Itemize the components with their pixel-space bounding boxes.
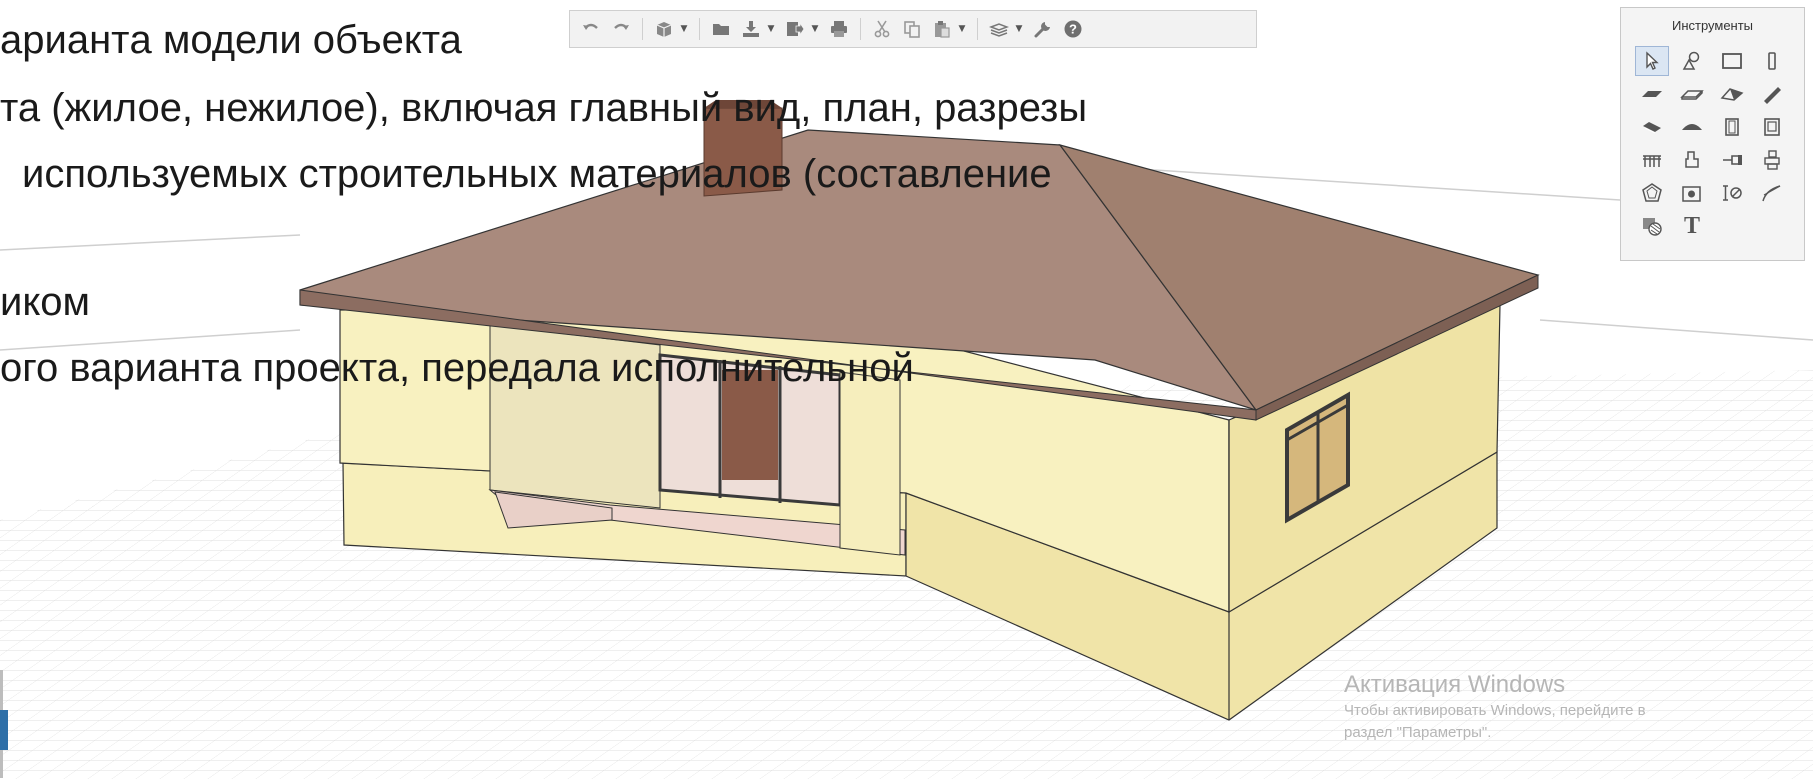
tools-palette-title: Инструменты (1671, 18, 1754, 33)
porch-column (839, 371, 901, 556)
folder-icon (713, 24, 729, 35)
settings-button[interactable] (1030, 16, 1056, 42)
redo-icon (614, 23, 629, 30)
equipment-icon (1764, 150, 1780, 170)
window-tool[interactable] (1755, 112, 1789, 142)
toolbar-separator (860, 18, 861, 40)
fixture-icon (1685, 151, 1699, 168)
stair-icon (1643, 122, 1661, 134)
printer-icon (831, 21, 847, 37)
export-menu-caret[interactable]: ▼ (810, 16, 820, 42)
export-button[interactable] (782, 16, 808, 42)
watermark-line-2: раздел "Параметры". (1344, 724, 1492, 741)
zone-tool[interactable] (1635, 178, 1669, 208)
shell-icon (1682, 124, 1702, 130)
slab-icon (1642, 91, 1662, 97)
watermark-line-1: Чтобы активировать Windows, перейдите в (1344, 702, 1646, 719)
toolbar-separator (977, 18, 978, 40)
chimney (703, 107, 783, 197)
toolbar-separator (642, 18, 643, 40)
porch-recess-back (489, 324, 661, 509)
door-icon (1725, 118, 1739, 136)
copy-button[interactable] (899, 16, 925, 42)
export-icon (787, 21, 805, 37)
camera-tool[interactable] (1675, 178, 1709, 208)
copy-icon (904, 21, 920, 38)
wall-icon (1722, 53, 1742, 69)
column-tool[interactable] (1755, 46, 1789, 76)
railing-tool[interactable] (1635, 145, 1669, 175)
arrow-tool[interactable] (1635, 46, 1669, 76)
redo-button[interactable] (608, 16, 634, 42)
line-tool[interactable] (1755, 178, 1789, 208)
3d-viewport[interactable] (0, 0, 1813, 779)
toolbar-separator (699, 18, 700, 40)
dimension-icon (1723, 185, 1742, 201)
standard-toolbar: ▼ ▼ ▼ ▼ ▼ ? (569, 10, 1257, 48)
slab-tool[interactable] (1635, 79, 1669, 109)
layers-icon (989, 23, 1009, 37)
pipe-tool[interactable] (1715, 145, 1749, 175)
fill-tool[interactable] (1635, 211, 1669, 241)
import-button[interactable] (738, 16, 764, 42)
left-edge-fragment (0, 670, 8, 778)
undo-button[interactable] (578, 16, 604, 42)
windows-activation-watermark: Активация Windows Чтобы активировать Win… (1344, 670, 1646, 744)
3d-view-button[interactable] (651, 16, 677, 42)
cube-icon (656, 22, 672, 37)
railing-icon (1643, 155, 1661, 167)
undo-icon (583, 23, 598, 30)
paste-menu-caret[interactable]: ▼ (957, 16, 967, 42)
stair-tool[interactable] (1635, 112, 1669, 142)
open-button[interactable] (708, 16, 734, 42)
dimension-tool[interactable] (1715, 178, 1749, 208)
tools-grid: T (1621, 42, 1804, 244)
column-icon (1768, 52, 1776, 70)
roof-tool[interactable] (1715, 79, 1749, 109)
wrench-icon (1034, 22, 1050, 38)
import-icon (743, 21, 759, 37)
svg-text:?: ? (1069, 22, 1077, 37)
import-menu-caret[interactable]: ▼ (766, 16, 776, 42)
cut-button[interactable] (869, 16, 895, 42)
door-tool[interactable] (1715, 112, 1749, 142)
fixture-tool[interactable] (1675, 145, 1709, 175)
roof-icon (1720, 88, 1744, 101)
object-icon (1682, 51, 1700, 70)
text-tool[interactable]: T (1675, 211, 1709, 241)
cursor-arrow-icon (1646, 51, 1659, 70)
object-tool[interactable] (1675, 46, 1709, 76)
paste-icon (935, 21, 950, 38)
beam-icon (1764, 87, 1781, 104)
window-icon (1764, 118, 1780, 136)
text-icon: T (1683, 212, 1700, 239)
camera-icon (1682, 186, 1701, 202)
layers-menu-caret[interactable]: ▼ (1014, 16, 1024, 42)
floor-icon (1680, 90, 1704, 100)
print-button[interactable] (826, 16, 852, 42)
line-icon (1762, 185, 1781, 202)
pipe-icon (1723, 155, 1742, 165)
3d-view-menu-caret[interactable]: ▼ (679, 16, 689, 42)
tools-palette: Инструменты T (1620, 7, 1805, 261)
help-button[interactable]: ? (1060, 16, 1086, 42)
beam-tool[interactable] (1755, 79, 1789, 109)
layers-button[interactable] (986, 16, 1012, 42)
wall-tool[interactable] (1715, 46, 1749, 76)
shell-tool[interactable] (1675, 112, 1709, 142)
zone-icon (1642, 183, 1662, 202)
fill-icon (1643, 218, 1662, 236)
help-icon: ? (1064, 20, 1082, 38)
paste-button[interactable] (929, 16, 955, 42)
equipment-tool[interactable] (1755, 145, 1789, 175)
watermark-title: Активация Windows (1344, 671, 1566, 698)
scissors-icon (874, 20, 890, 38)
floor-tool[interactable] (1675, 79, 1709, 109)
